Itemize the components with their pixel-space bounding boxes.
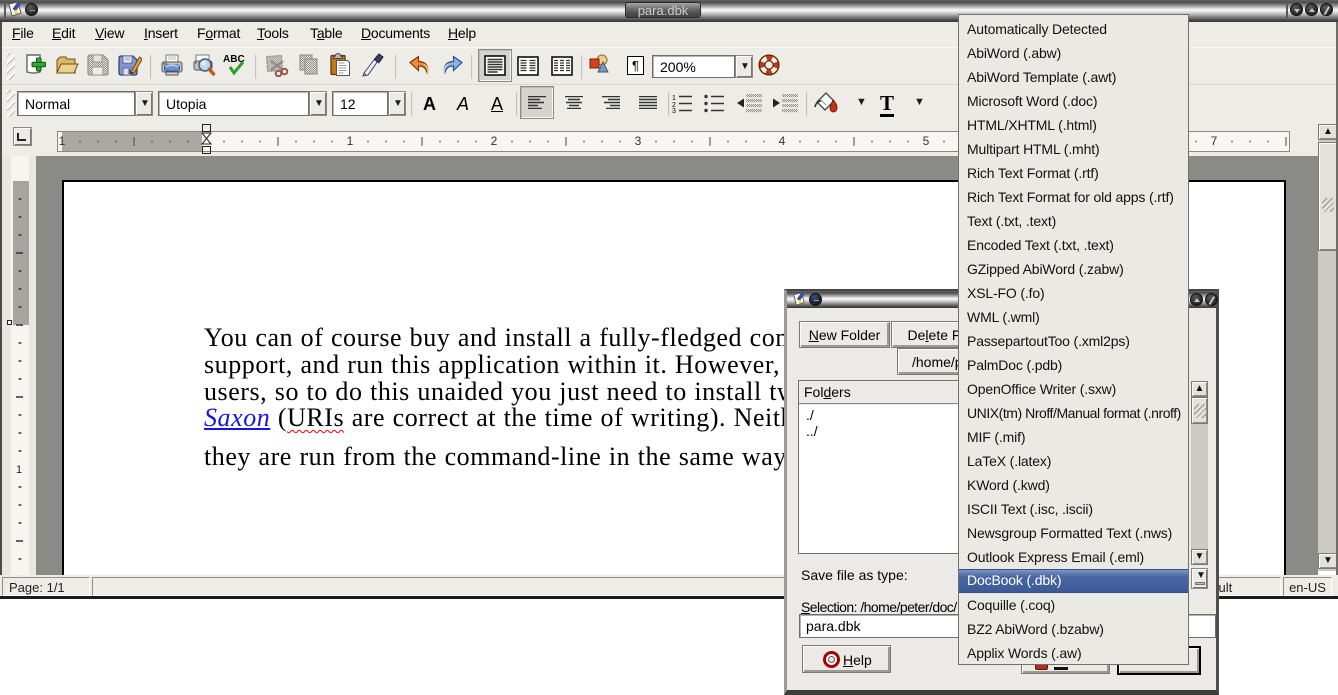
- svg-text:3: 3: [672, 108, 676, 113]
- svg-text:1: 1: [672, 95, 676, 102]
- svg-text:3: 3: [635, 134, 642, 148]
- svg-text:1: 1: [16, 464, 22, 476]
- svg-text:2: 2: [491, 134, 498, 148]
- svg-text:7: 7: [1211, 134, 1218, 148]
- svg-text:1: 1: [347, 134, 354, 148]
- svg-text:4: 4: [779, 134, 786, 148]
- svg-text:5: 5: [923, 134, 930, 148]
- svg-text:1: 1: [59, 134, 66, 148]
